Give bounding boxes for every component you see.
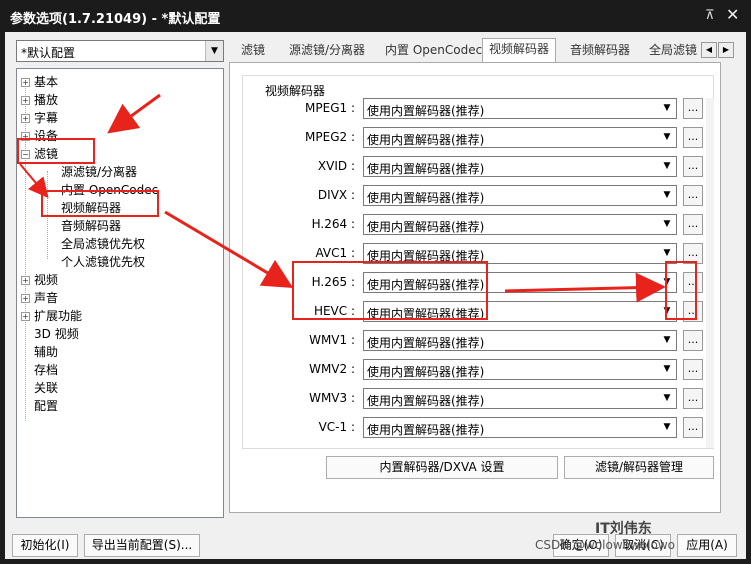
arrow-to-h265 [164,210,294,289]
arrow-to-video-decoder [19,163,49,199]
arrow-to-dots [504,272,666,303]
annotation-arrows [19,93,666,303]
arrow-to-filters [107,93,161,134]
